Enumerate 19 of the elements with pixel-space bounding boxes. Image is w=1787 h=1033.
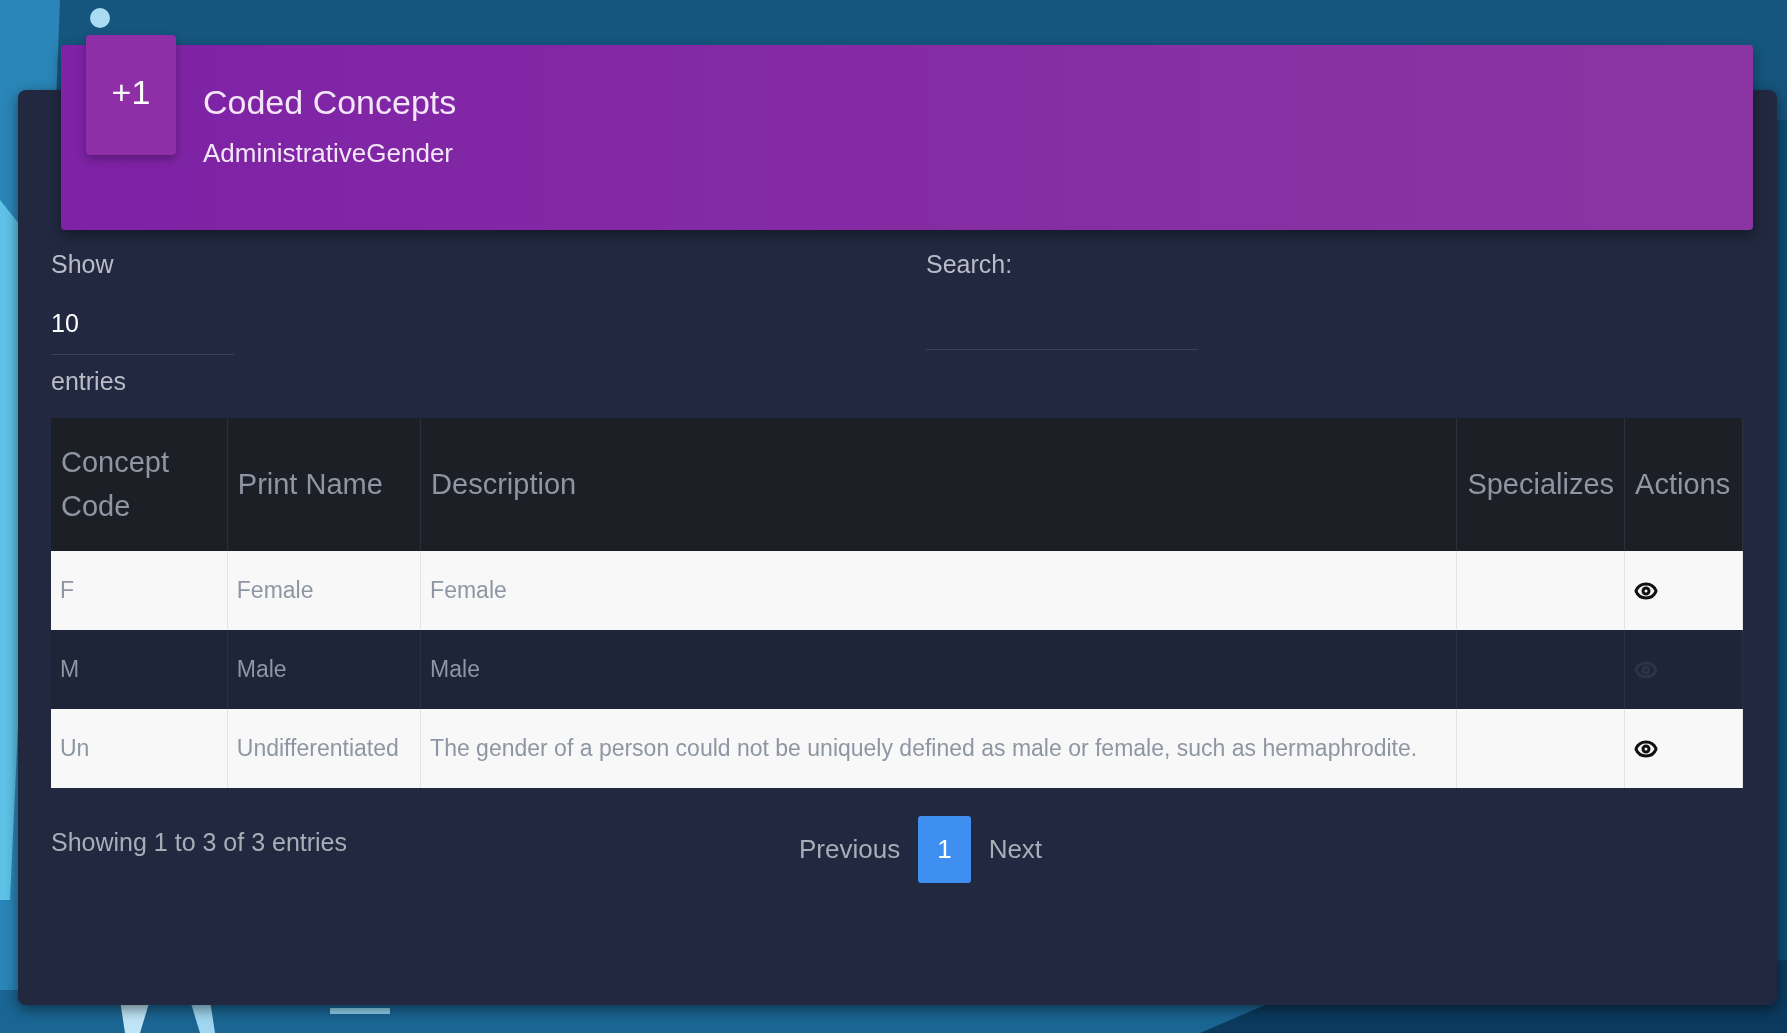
search-label: Search:: [926, 250, 1014, 279]
card-title: Coded Concepts: [203, 83, 457, 122]
column-header[interactable]: Actions: [1624, 418, 1743, 551]
next-button[interactable]: Next: [980, 816, 1051, 883]
card-subtitle: AdministrativeGender: [203, 138, 454, 169]
header-badge: +1: [86, 35, 176, 155]
previous-button[interactable]: Previous: [791, 816, 909, 883]
table-cell: The gender of a person could not be uniquely defined as male or female, such as hermaphrodite.: [420, 709, 1457, 788]
column-header[interactable]: Concept Code: [51, 418, 228, 551]
column-header[interactable]: Description: [420, 418, 1457, 551]
entries-label: entries: [51, 367, 128, 396]
column-header[interactable]: Print Name: [227, 418, 421, 551]
table-cell: Un: [51, 709, 228, 788]
table-cell: Undifferentiated: [227, 709, 421, 788]
table-info: Showing 1 to 3 of 3 entries: [51, 828, 349, 858]
entries-select[interactable]: 10: [51, 279, 234, 355]
show-label: Show: [51, 250, 115, 279]
column-header[interactable]: Specializes: [1456, 418, 1625, 551]
page-button[interactable]: 1: [918, 816, 971, 883]
